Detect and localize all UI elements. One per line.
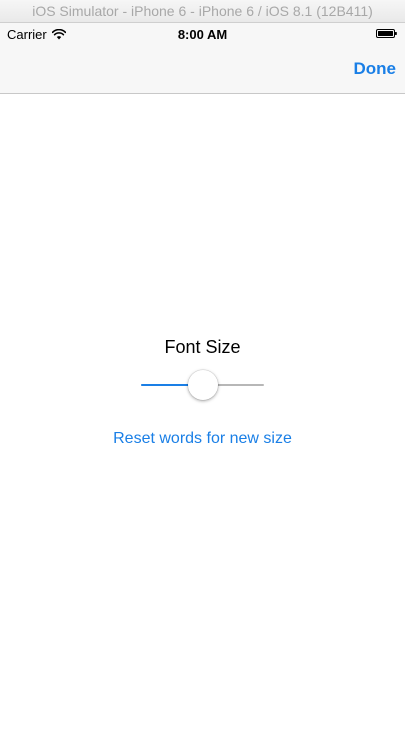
nav-bar: Done (0, 45, 405, 93)
font-size-slider[interactable] (141, 369, 264, 401)
status-bar: Carrier 8:00 AM (0, 23, 405, 45)
slider-thumb[interactable] (188, 370, 218, 400)
navigation-area: Carrier 8:00 AM Done (0, 23, 405, 94)
reset-words-button[interactable]: Reset words for new size (0, 430, 405, 448)
simulator-window: iOS Simulator - iPhone 6 - iPhone 6 / iO… (0, 0, 405, 744)
settings-content: Font Size Reset words for new size (0, 94, 405, 744)
battery-icon (376, 29, 397, 38)
status-time: 8:00 AM (177, 27, 228, 42)
done-button[interactable]: Done (354, 59, 397, 79)
window-title: iOS Simulator - iPhone 6 - iPhone 6 / iO… (0, 0, 405, 23)
font-size-label: Font Size (164, 337, 241, 357)
